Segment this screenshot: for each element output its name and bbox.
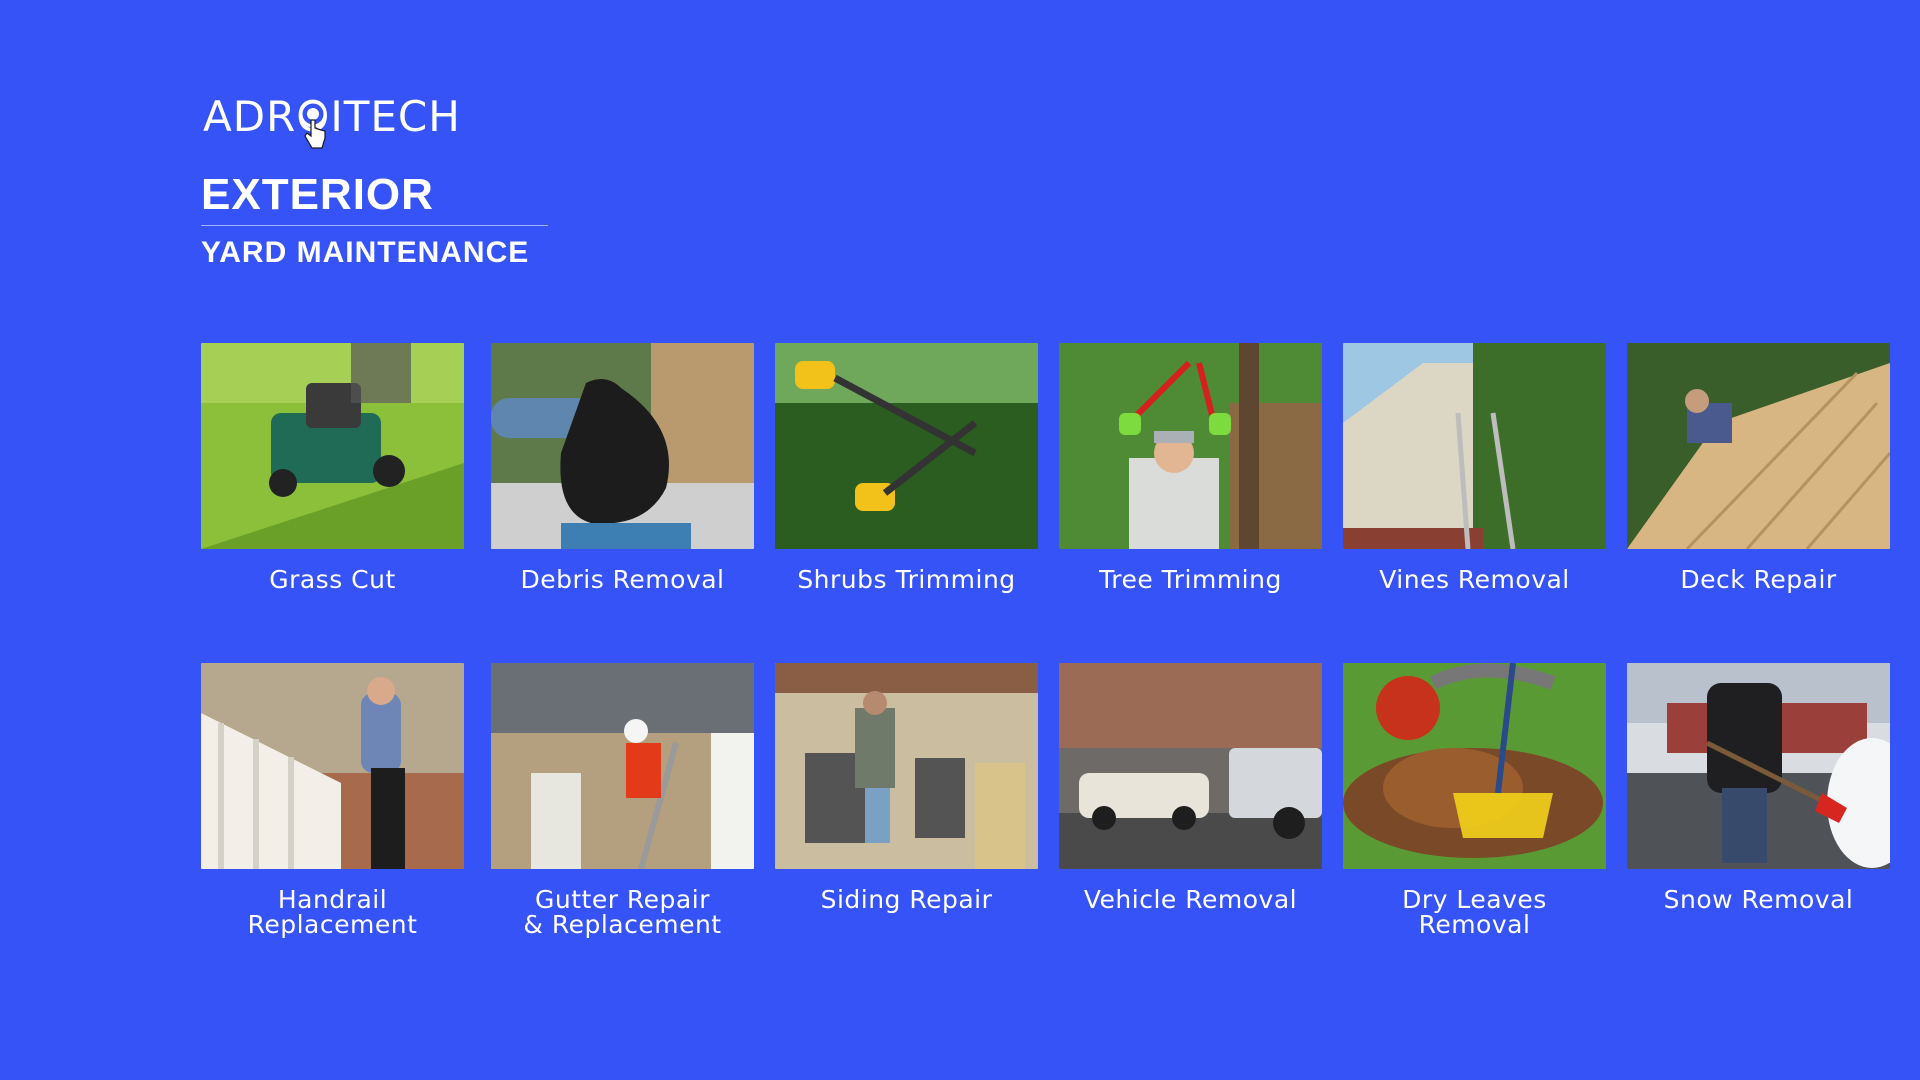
tree-loppers-photo [1059, 343, 1322, 549]
title-divider [201, 225, 548, 226]
gutter-ladder-photo [491, 663, 754, 869]
hedge-shears-photo [775, 343, 1038, 549]
service-label: Vines Removal [1379, 565, 1570, 594]
service-label: Tree Trimming [1099, 565, 1282, 594]
service-label: Grass Cut [269, 565, 396, 594]
service-card-vines-removal[interactable]: Vines Removal [1343, 343, 1606, 592]
page-subtitle: YARD MAINTENANCE [201, 236, 530, 269]
service-card-siding-repair[interactable]: Siding Repair [775, 663, 1038, 912]
service-label: Handrail Replacement [247, 885, 418, 939]
house-siding-photo [775, 663, 1038, 869]
page-title: EXTERIOR [201, 170, 434, 219]
service-card-snow-removal[interactable]: Snow Removal [1627, 663, 1890, 912]
service-label: Snow Removal [1663, 885, 1854, 914]
service-label: Debris Removal [520, 565, 725, 594]
service-label: Gutter Repair & Replacement [523, 885, 722, 939]
service-card-gutter-repair[interactable]: Gutter Repair & Replacement [491, 663, 754, 937]
service-card-grass-cut[interactable]: Grass Cut [201, 343, 464, 592]
lawn-mower-photo [201, 343, 464, 549]
logo: ADROITECH [203, 92, 473, 172]
service-card-tree-trimming[interactable]: Tree Trimming [1059, 343, 1322, 592]
service-card-debris-removal[interactable]: Debris Removal [491, 343, 754, 592]
pointer-hand-icon [299, 100, 327, 149]
service-card-dry-leaves-removal[interactable]: Dry Leaves Removal [1343, 663, 1606, 937]
service-card-shrubs-trimming[interactable]: Shrubs Trimming [775, 343, 1038, 592]
tow-truck-photo [1059, 663, 1322, 869]
service-label: Vehicle Removal [1083, 885, 1298, 914]
service-label: Shrubs Trimming [797, 565, 1016, 594]
service-card-handrail-replacement[interactable]: Handrail Replacement [201, 663, 464, 937]
snow-shovel-photo [1627, 663, 1890, 869]
trash-bag-photo [491, 343, 754, 549]
porch-handrail-photo [201, 663, 464, 869]
service-label: Dry Leaves Removal [1402, 885, 1547, 939]
wooden-deck-photo [1627, 343, 1890, 549]
ivy-wall-ladder-photo [1343, 343, 1606, 549]
service-label: Siding Repair [820, 885, 993, 914]
service-label: Deck Repair [1680, 565, 1837, 594]
service-card-deck-repair[interactable]: Deck Repair [1627, 343, 1890, 592]
leaf-rake-photo [1343, 663, 1606, 869]
service-card-vehicle-removal[interactable]: Vehicle Removal [1059, 663, 1322, 912]
